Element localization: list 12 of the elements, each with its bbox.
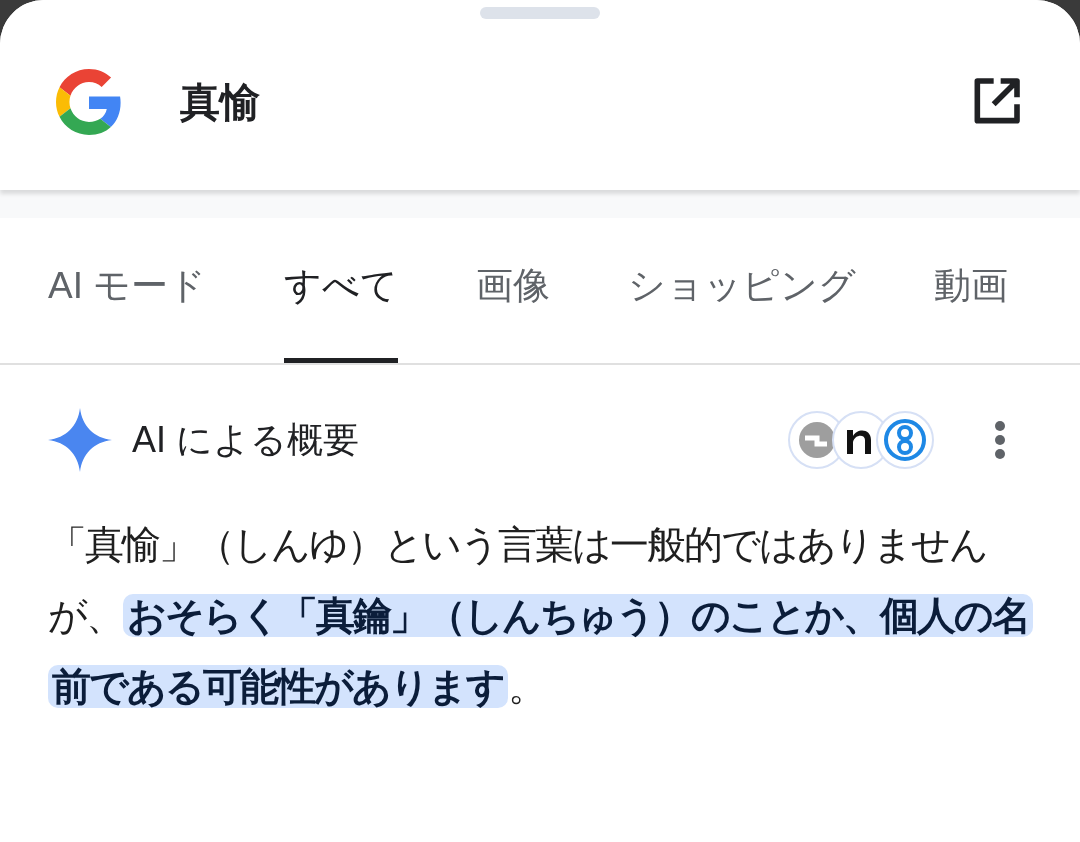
more-options-icon[interactable] bbox=[994, 420, 1006, 460]
google-logo-icon bbox=[56, 69, 122, 135]
tab[interactable]: ショッピング bbox=[628, 241, 857, 363]
search-query: 真愉 bbox=[180, 79, 260, 126]
tab[interactable]: すべて bbox=[284, 241, 399, 363]
tab[interactable]: AI モード bbox=[48, 241, 207, 363]
ai-overview-title: AI による概要 bbox=[132, 418, 359, 462]
tab[interactable]: 画像 bbox=[476, 241, 551, 363]
tab[interactable]: 動画 bbox=[934, 241, 1009, 363]
drag-handle[interactable] bbox=[480, 7, 600, 19]
source-logo-icon bbox=[876, 411, 934, 469]
sparkle-icon bbox=[48, 408, 112, 472]
